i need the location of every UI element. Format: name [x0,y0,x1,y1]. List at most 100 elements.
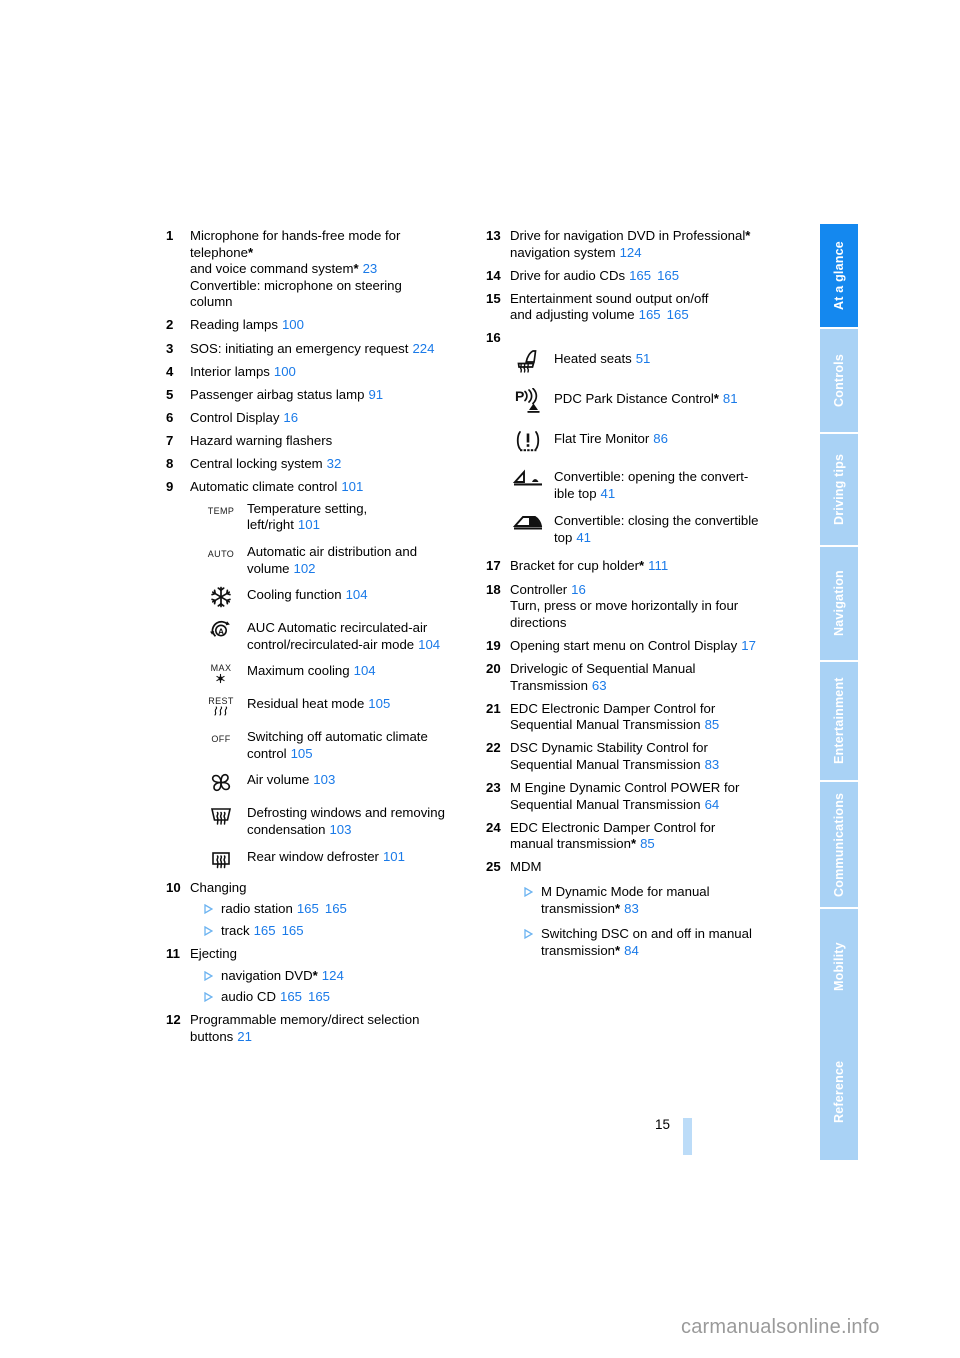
tab-label: Reference [832,1060,846,1124]
optional-equipment-asterisk: * [247,244,254,260]
page-reference[interactable]: 102 [294,561,316,576]
row-text: Heated seats 51 [554,348,786,368]
item-text-line1: Drive for navigation DVD in Professional [510,228,746,243]
tab-navigation[interactable]: Navigation [820,545,858,660]
page-reference[interactable]: 16 [571,582,586,597]
row-text-line1: Heated seats [554,351,632,367]
tab-communications[interactable]: Communications [820,780,858,907]
page-reference[interactable]: 101 [341,479,363,494]
row-text-line1: Flat Tire Monitor [554,431,650,447]
page-reference[interactable]: 124 [322,968,344,983]
legend-item-22: 22 DSC Dynamic Stability Control for Seq… [486,740,786,773]
legend-item-25: 25 MDM M Dynamic Mode for manual transmi… [486,859,786,959]
item-number: 12 [166,1012,181,1028]
page-reference[interactable]: 105 [368,696,390,711]
tab-entertainment[interactable]: Entertainment [820,660,858,780]
optional-equipment-asterisk: * [630,836,637,852]
page-reference[interactable]: 104 [354,663,376,678]
row-text-line1: Convertible: closing the convertible [554,513,759,529]
page-reference[interactable]: 100 [282,317,304,332]
page-reference[interactable]: 100 [274,364,296,379]
page-reference[interactable]: 83 [705,757,720,772]
item-number: 9 [166,479,174,495]
page-reference[interactable]: 41 [601,486,616,501]
item-body: Hazard warning flashers [190,433,466,450]
page-reference[interactable]: 104 [346,587,368,602]
page-reference[interactable]: 104 [418,637,440,652]
page-reference[interactable]: 165 [629,268,651,283]
item-text-line1: Programmable memory/direct selection [190,1012,420,1028]
climate-row-auto: AUTO Automatic air distribution and volu… [195,541,466,577]
tab-driving-tips[interactable]: Driving tips [820,432,858,545]
legend-item-14: 14 Drive for audio CDs 165 165 [486,268,786,285]
item-number: 5 [166,386,174,402]
page-reference[interactable]: 91 [368,387,383,402]
page-reference[interactable]: 86 [653,431,668,446]
page-reference[interactable]: 124 [620,245,642,260]
item-body: Central locking system 32 [190,456,466,473]
tab-controls[interactable]: Controls [820,327,858,432]
row-text: Convertible: opening the convert- ible t… [554,466,786,502]
page-reference[interactable]: 165 [297,901,319,916]
page-reference[interactable]: 165 [325,901,347,916]
item-text-line2: buttons [190,1028,234,1044]
item-text: Control Display [190,409,280,425]
page-reference[interactable]: 16 [283,410,298,425]
item-number: 22 [486,740,501,756]
page-reference[interactable]: 165 [667,307,689,322]
item-body: Automatic climate control 101 [190,479,466,496]
optional-equipment-asterisk: * [615,942,621,958]
item-number: 11 [166,945,180,961]
item-text: Reading lamps [190,317,278,333]
page-reference[interactable]: 81 [723,391,738,406]
item-body: Programmable memory/direct selection but… [190,1012,466,1045]
triangle-bullet-icon [204,968,221,981]
row-text-line1: PDC Park Distance Control [554,391,714,407]
page-reference[interactable]: 165 [308,989,330,1004]
page-reference[interactable]: 165 [280,989,302,1004]
page-reference[interactable]: 64 [705,797,720,812]
page-reference[interactable]: 32 [327,456,342,471]
legend-item-19: 19 Opening start menu on Control Display… [486,638,786,655]
tab-reference[interactable]: Reference [820,1024,858,1160]
page-reference[interactable]: 111 [648,558,668,573]
climate-row-auc: A AUC Automatic recirculated-air control… [195,617,466,653]
row-text-line1: AUC Automatic recirculated-air [247,620,428,636]
page-reference[interactable]: 85 [705,717,720,732]
page-reference[interactable]: 23 [363,261,378,276]
sub-text-line2: transmission [541,942,616,958]
page-reference[interactable]: 51 [636,351,651,366]
page-reference[interactable]: 101 [383,849,405,864]
page-reference[interactable]: 165 [254,923,276,938]
row-text: Residual heat mode 105 [247,693,466,713]
page-reference[interactable]: 84 [624,943,639,958]
page-reference[interactable]: 21 [237,1029,252,1044]
page-reference[interactable]: 17 [741,638,756,653]
item-number: 25 [486,859,501,875]
legend-item-12: 12 Programmable memory/direct selection … [166,1012,466,1045]
page-reference[interactable]: 63 [592,678,607,693]
item-body: Bracket for cup holder* 111 [510,558,786,575]
page-reference[interactable]: 105 [291,746,313,761]
page-reference[interactable]: 101 [298,517,320,532]
convertible-top-close-icon [502,510,554,536]
page-reference[interactable]: 85 [640,836,655,851]
page-reference[interactable]: 165 [282,923,304,938]
page-reference[interactable]: 83 [624,901,639,916]
sub-text-line2: transmission [541,900,616,916]
item-body: Controller 16 Turn, press or move horizon… [510,582,786,632]
page-reference[interactable]: 165 [657,268,679,283]
item-text-line2: Turn, press or move horizontally in four [510,598,739,614]
page-reference[interactable]: 41 [576,530,591,545]
page-reference[interactable]: 103 [313,772,335,787]
page-reference[interactable]: 165 [639,307,661,322]
item-text-line4: Convertible: microphone on steering [190,277,402,293]
page-reference[interactable]: 224 [412,341,434,356]
legend-item-21: 21 EDC Electronic Damper Control for Seq… [486,701,786,734]
tab-at-a-glance[interactable]: At a glance [820,222,858,327]
tab-mobility[interactable]: Mobility [820,907,858,1024]
legend-item-6: 6 Control Display 16 [166,410,466,427]
row-text-line2: control [247,745,287,761]
row-text: Convertible: closing the convertible top… [554,510,786,546]
page-reference[interactable]: 103 [329,822,351,837]
